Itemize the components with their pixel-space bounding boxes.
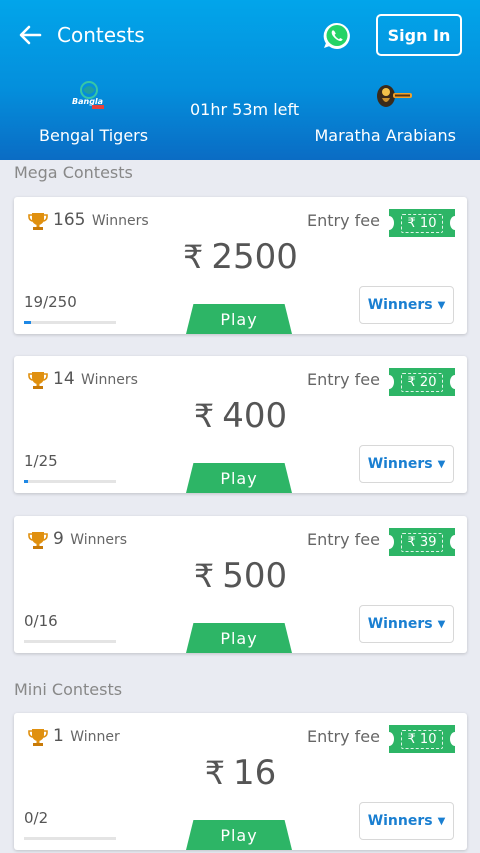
winners-word: Winners — [70, 532, 128, 548]
caret-down-icon: ▼ — [437, 815, 446, 827]
contest-card[interactable]: 9 Winners Entry fee ₹ 39 ₹500 0/16 Play … — [14, 516, 467, 653]
spots-filled: 0/2 — [24, 809, 49, 827]
contest-card[interactable]: 165 Winners Entry fee ₹ 10 ₹2500 19/250 … — [14, 197, 467, 334]
winners-button-label: Winners — [367, 813, 433, 829]
winners-dropdown-button[interactable]: Winners ▼ — [359, 445, 454, 483]
spots-filled: 1/25 — [24, 452, 58, 470]
winners-button-label: Winners — [367, 616, 433, 632]
svg-text:Bangla: Bangla — [72, 97, 103, 106]
entry-fee-badge: ₹ 39 — [384, 528, 460, 556]
spots-progress-bar — [24, 321, 116, 324]
winners-count: 14 Winners — [53, 369, 138, 389]
entry-fee-label: Entry fee — [307, 370, 380, 389]
spots-filled: 19/250 — [24, 293, 77, 311]
rupee-symbol: ₹ — [193, 557, 215, 595]
winners-number: 165 — [53, 210, 86, 230]
entry-fee-badge: ₹ 10 — [384, 209, 460, 237]
play-button[interactable]: Play — [186, 463, 292, 493]
winners-dropdown-button[interactable]: Winners ▼ — [359, 286, 454, 324]
match-countdown: 01hr 53m left — [190, 100, 300, 119]
spots-progress-bar — [24, 640, 116, 643]
entry-fee-value: ₹ 10 — [400, 213, 444, 233]
team-left-name: Bengal Tigers — [39, 126, 149, 145]
winners-count: 9 Winners — [53, 529, 127, 549]
back-arrow-icon[interactable] — [18, 24, 42, 46]
winners-number: 9 — [53, 529, 64, 549]
spots-progress-fill — [24, 480, 28, 483]
caret-down-icon: ▼ — [437, 299, 446, 311]
entry-fee-value: ₹ 10 — [400, 729, 444, 749]
contest-card[interactable]: 14 Winners Entry fee ₹ 20 ₹400 1/25 Play… — [14, 356, 467, 493]
winners-number: 1 — [53, 726, 64, 746]
contest-card[interactable]: 1 Winner Entry fee ₹ 10 ₹16 0/2 Play Win… — [14, 713, 467, 850]
prize-pool: ₹2500 — [14, 237, 467, 277]
spots-filled: 0/16 — [24, 612, 58, 630]
winners-word: Winner — [70, 729, 120, 745]
winners-number: 14 — [53, 369, 75, 389]
spots-progress-bar — [24, 480, 116, 483]
trophy-icon — [28, 532, 48, 549]
whatsapp-icon[interactable] — [321, 20, 353, 52]
entry-fee-label: Entry fee — [307, 530, 380, 549]
entry-fee-value: ₹ 20 — [400, 372, 444, 392]
entry-fee-value: ₹ 39 — [400, 532, 444, 552]
caret-down-icon: ▼ — [437, 618, 446, 630]
caret-down-icon: ▼ — [437, 458, 446, 470]
play-button[interactable]: Play — [186, 304, 292, 334]
winners-count: 1 Winner — [53, 726, 120, 746]
bengal-tigers-logo: Bangla — [72, 81, 104, 109]
prize-amount: 2500 — [211, 237, 298, 277]
entry-fee-badge: ₹ 20 — [384, 368, 460, 396]
page-title: Contests — [57, 23, 145, 47]
rupee-symbol: ₹ — [183, 238, 204, 276]
team-right-name: Maratha Arabians — [314, 126, 456, 145]
winners-dropdown-button[interactable]: Winners ▼ — [359, 605, 454, 643]
trophy-icon — [28, 213, 48, 230]
prize-amount: 500 — [222, 556, 288, 596]
prize-amount: 400 — [222, 396, 288, 436]
trophy-icon — [28, 729, 48, 746]
winners-word: Winners — [81, 372, 138, 388]
mini-contests-label: Mini Contests — [14, 680, 123, 699]
sign-in-button[interactable]: Sign In — [376, 14, 462, 56]
prize-pool: ₹16 — [14, 753, 467, 793]
entry-fee-label: Entry fee — [307, 727, 380, 746]
spots-progress-bar — [24, 837, 116, 840]
maratha-arabians-logo — [377, 85, 412, 107]
winners-count: 165 Winners — [53, 210, 149, 230]
prize-pool: ₹500 — [14, 556, 467, 596]
mega-contests-label: Mega Contests — [14, 163, 133, 182]
rupee-symbol: ₹ — [193, 397, 215, 435]
prize-pool: ₹400 — [14, 396, 467, 436]
winners-button-label: Winners — [367, 456, 433, 472]
entry-fee-badge: ₹ 10 — [384, 725, 460, 753]
prize-amount: 16 — [233, 753, 277, 793]
winners-button-label: Winners — [367, 297, 433, 313]
rupee-symbol: ₹ — [204, 754, 226, 792]
play-button[interactable]: Play — [186, 623, 292, 653]
entry-fee-label: Entry fee — [307, 211, 380, 230]
winners-dropdown-button[interactable]: Winners ▼ — [359, 802, 454, 840]
spots-progress-fill — [24, 321, 31, 324]
play-button[interactable]: Play — [186, 820, 292, 850]
app-header: Contests Sign In Bangla 01hr 53m left Be… — [0, 0, 480, 160]
trophy-icon — [28, 372, 48, 389]
winners-word: Winners — [91, 213, 149, 229]
